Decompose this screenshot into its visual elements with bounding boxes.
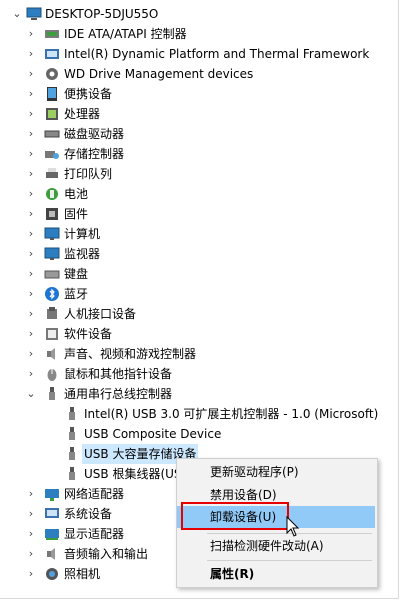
tree-category-label: 便携设备 [64,87,113,101]
chevron-right-icon[interactable]: › [24,44,38,64]
mouse-icon [47,369,57,381]
tree-category-label: 系统设备 [64,507,113,521]
tree-category-label: 音频输入和输出 [64,547,149,561]
tree-category-label: 存储控制器 [64,147,125,161]
storage-controller-icon [45,151,59,159]
chevron-right-icon[interactable]: › [24,504,38,524]
chevron-right-icon[interactable]: › [24,124,38,144]
tree-category-label: 蓝牙 [64,287,89,301]
system-device-icon [45,508,59,518]
disk-drive-icon [44,130,60,138]
usb-icon [69,407,75,420]
monitor-icon [44,247,60,260]
tree-category-label: 显示适配器 [64,527,125,541]
chevron-right-icon[interactable]: › [24,564,38,584]
tree-category-label: 磁盘驱动器 [64,127,125,141]
tree-device-label: Intel(R) USB 3.0 可扩展主机控制器 - 1.0 (Microso… [84,407,379,421]
usb-icon [69,427,75,440]
gear-icon [46,68,58,80]
camera-icon [46,568,58,580]
menu-item-scan-hardware[interactable]: 扫描检测硬件改动(A) [177,535,375,557]
chevron-right-icon[interactable]: › [24,544,38,564]
menu-separator [207,560,372,561]
software-device-icon [46,328,58,340]
monitor-icon [44,227,60,240]
display-adapter-icon [45,529,59,540]
chevron-down-icon[interactable]: ⌄ [24,384,38,404]
chevron-right-icon[interactable]: › [24,164,38,184]
tree-root-label: DESKTOP-5DJU55O [45,7,159,21]
chevron-right-icon[interactable]: › [24,64,38,84]
tree-category-label: 软件设备 [64,327,113,341]
chevron-right-icon[interactable]: › [24,204,38,224]
usb-icon [49,387,55,400]
tree-category-label: 照相机 [64,567,101,581]
chevron-right-icon[interactable]: › [24,264,38,284]
chevron-right-icon[interactable]: › [24,364,38,384]
chevron-right-icon[interactable]: › [24,84,38,104]
tree-category-label: 通用串行总线控制器 [64,387,173,401]
tree-device-label: USB 根集线器(US [84,467,182,481]
chevron-right-icon[interactable]: › [24,284,38,304]
chevron-right-icon[interactable]: › [24,524,38,544]
bluetooth-icon [45,287,59,301]
arrow-cursor-icon [286,516,300,537]
tree-category-label: 处理器 [64,107,101,121]
tree-category-label: 鼠标和其他指针设备 [64,367,173,381]
speaker-icon [47,548,55,560]
highlight-callout-box [181,502,289,530]
tree-category-label: WD Drive Management devices [64,67,254,81]
usb-icon [69,447,75,460]
tree-category-label: 键盘 [64,267,89,281]
chevron-right-icon[interactable]: › [24,244,38,264]
processor-icon [46,108,58,120]
hid-icon [47,307,57,319]
device-folder-icon [45,49,59,59]
chevron-right-icon[interactable]: › [24,24,38,44]
chevron-right-icon[interactable]: › [24,324,38,344]
tree-category-label: 计算机 [64,227,101,241]
chevron-right-icon[interactable]: › [24,104,38,124]
menu-item-update-driver[interactable]: 更新驱动程序(P) [177,461,375,483]
keyboard-icon [44,270,60,279]
tree-category-label: 网络适配器 [64,487,125,501]
tree-category-label: IDE ATA/ATAPI 控制器 [64,27,187,41]
tree-category-label: 电池 [64,187,89,201]
chevron-right-icon[interactable]: › [24,224,38,244]
battery-icon [46,188,58,200]
chevron-down-icon[interactable]: ⌄ [10,4,24,24]
tree-category-label: 声音、视频和游戏控制器 [64,347,197,361]
tree-category-label: 打印队列 [64,167,113,181]
tree-device-label: USB Composite Device [84,427,222,441]
firmware-icon [46,208,58,220]
tree-category-label: 人机接口设备 [64,307,137,321]
chevron-right-icon[interactable]: › [24,304,38,324]
network-adapter-icon [45,489,59,501]
chevron-right-icon[interactable]: › [24,344,38,364]
chevron-right-icon[interactable]: › [24,144,38,164]
chevron-right-icon[interactable]: › [24,184,38,204]
tree-category-label: 监视器 [64,247,101,261]
printer-icon [46,168,58,178]
usb-icon [69,467,75,480]
computer-icon [26,7,42,20]
menu-item-properties[interactable]: 属性(R) [177,563,375,585]
portable-device-icon [47,87,57,101]
ide-controller-icon [45,30,59,38]
tree-category-label: Intel(R) Dynamic Platform and Thermal Fr… [64,47,370,61]
speaker-icon [47,348,55,360]
chevron-right-icon[interactable]: › [24,484,38,504]
tree-category-label: 固件 [64,207,89,221]
